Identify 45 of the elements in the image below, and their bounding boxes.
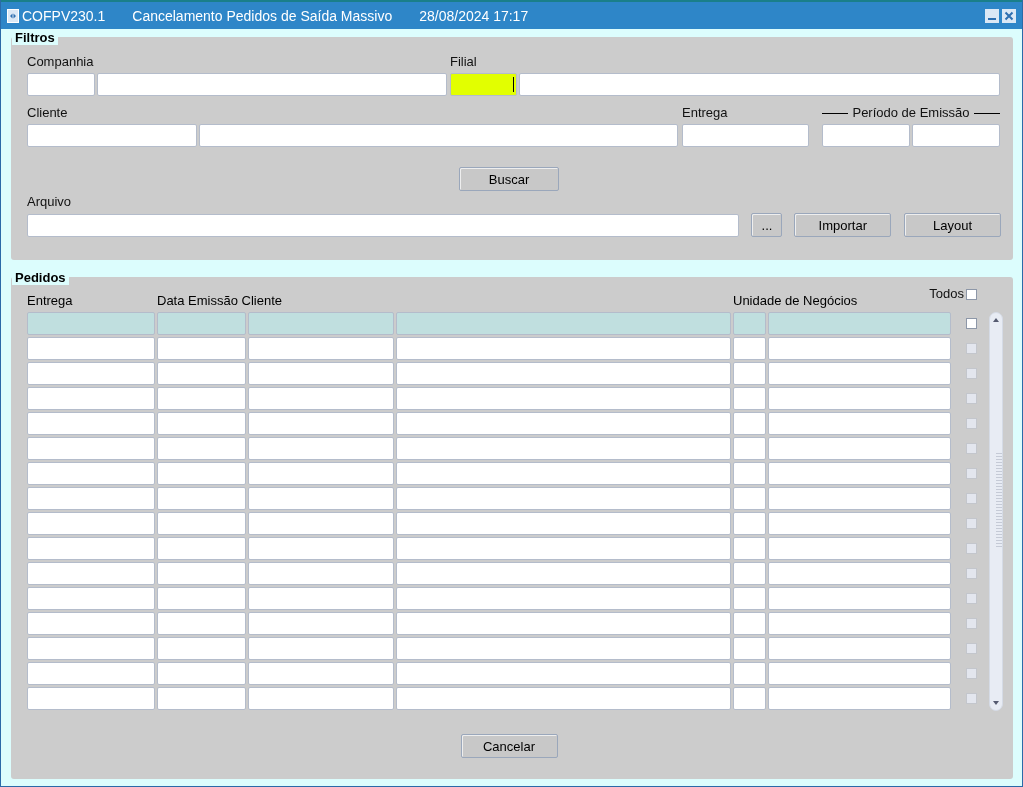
input-field[interactable] (912, 124, 1000, 147)
field-label: Período de Emissão (852, 105, 970, 121)
close-button[interactable] (1002, 8, 1016, 23)
text-cursor (513, 77, 514, 92)
app-icon (7, 8, 19, 23)
cancel-button[interactable]: Cancelar (460, 734, 558, 758)
field-label: Entrega (682, 105, 729, 121)
window-datetime: 28/08/2024 17:17 (419, 7, 529, 24)
column-header: Entrega (27, 293, 74, 310)
input-field[interactable] (97, 73, 447, 96)
browse-button[interactable]: ... (751, 213, 783, 237)
search-button[interactable]: Buscar (459, 167, 559, 191)
input-field[interactable] (822, 124, 910, 147)
scroll-grip[interactable] (996, 453, 1002, 549)
vertical-scrollbar[interactable] (989, 312, 1003, 711)
minimize-button[interactable] (985, 8, 999, 23)
close-icon (1004, 10, 1014, 21)
field-label: Cliente (27, 105, 69, 121)
table-cell[interactable] (27, 312, 155, 335)
layout-button[interactable]: Layout (904, 213, 1001, 237)
window-title: Cancelamento Pedidos de Saída Massivo (132, 7, 393, 24)
minimize-icon (988, 17, 996, 20)
input-field[interactable] (199, 124, 678, 147)
select-all-label: Todos (929, 286, 964, 302)
column-header: Data Emissão Cliente (157, 293, 283, 310)
row-checkbox[interactable] (965, 318, 977, 329)
input-field[interactable] (27, 213, 740, 237)
field-label: Filial (450, 54, 478, 70)
input-field[interactable] (682, 124, 809, 147)
input-field[interactable] (450, 73, 517, 96)
panel-title: Filtros (12, 30, 58, 45)
input-field[interactable] (27, 73, 95, 96)
input-field[interactable] (519, 73, 1000, 96)
field-label: Arquivo (27, 194, 73, 210)
table-cell[interactable] (157, 312, 246, 335)
import-button[interactable]: Importar (794, 213, 892, 237)
panel-title: Pedidos (12, 270, 69, 285)
table-cell[interactable] (733, 312, 766, 335)
table-cell[interactable] (248, 312, 394, 335)
input-field[interactable] (27, 124, 197, 147)
table-cell[interactable] (768, 312, 951, 335)
table-cell[interactable] (396, 312, 731, 335)
field-label: Companhia (27, 54, 95, 70)
select-all-checkbox[interactable] (966, 289, 977, 300)
form-code: COFPV230.1 (22, 7, 106, 24)
